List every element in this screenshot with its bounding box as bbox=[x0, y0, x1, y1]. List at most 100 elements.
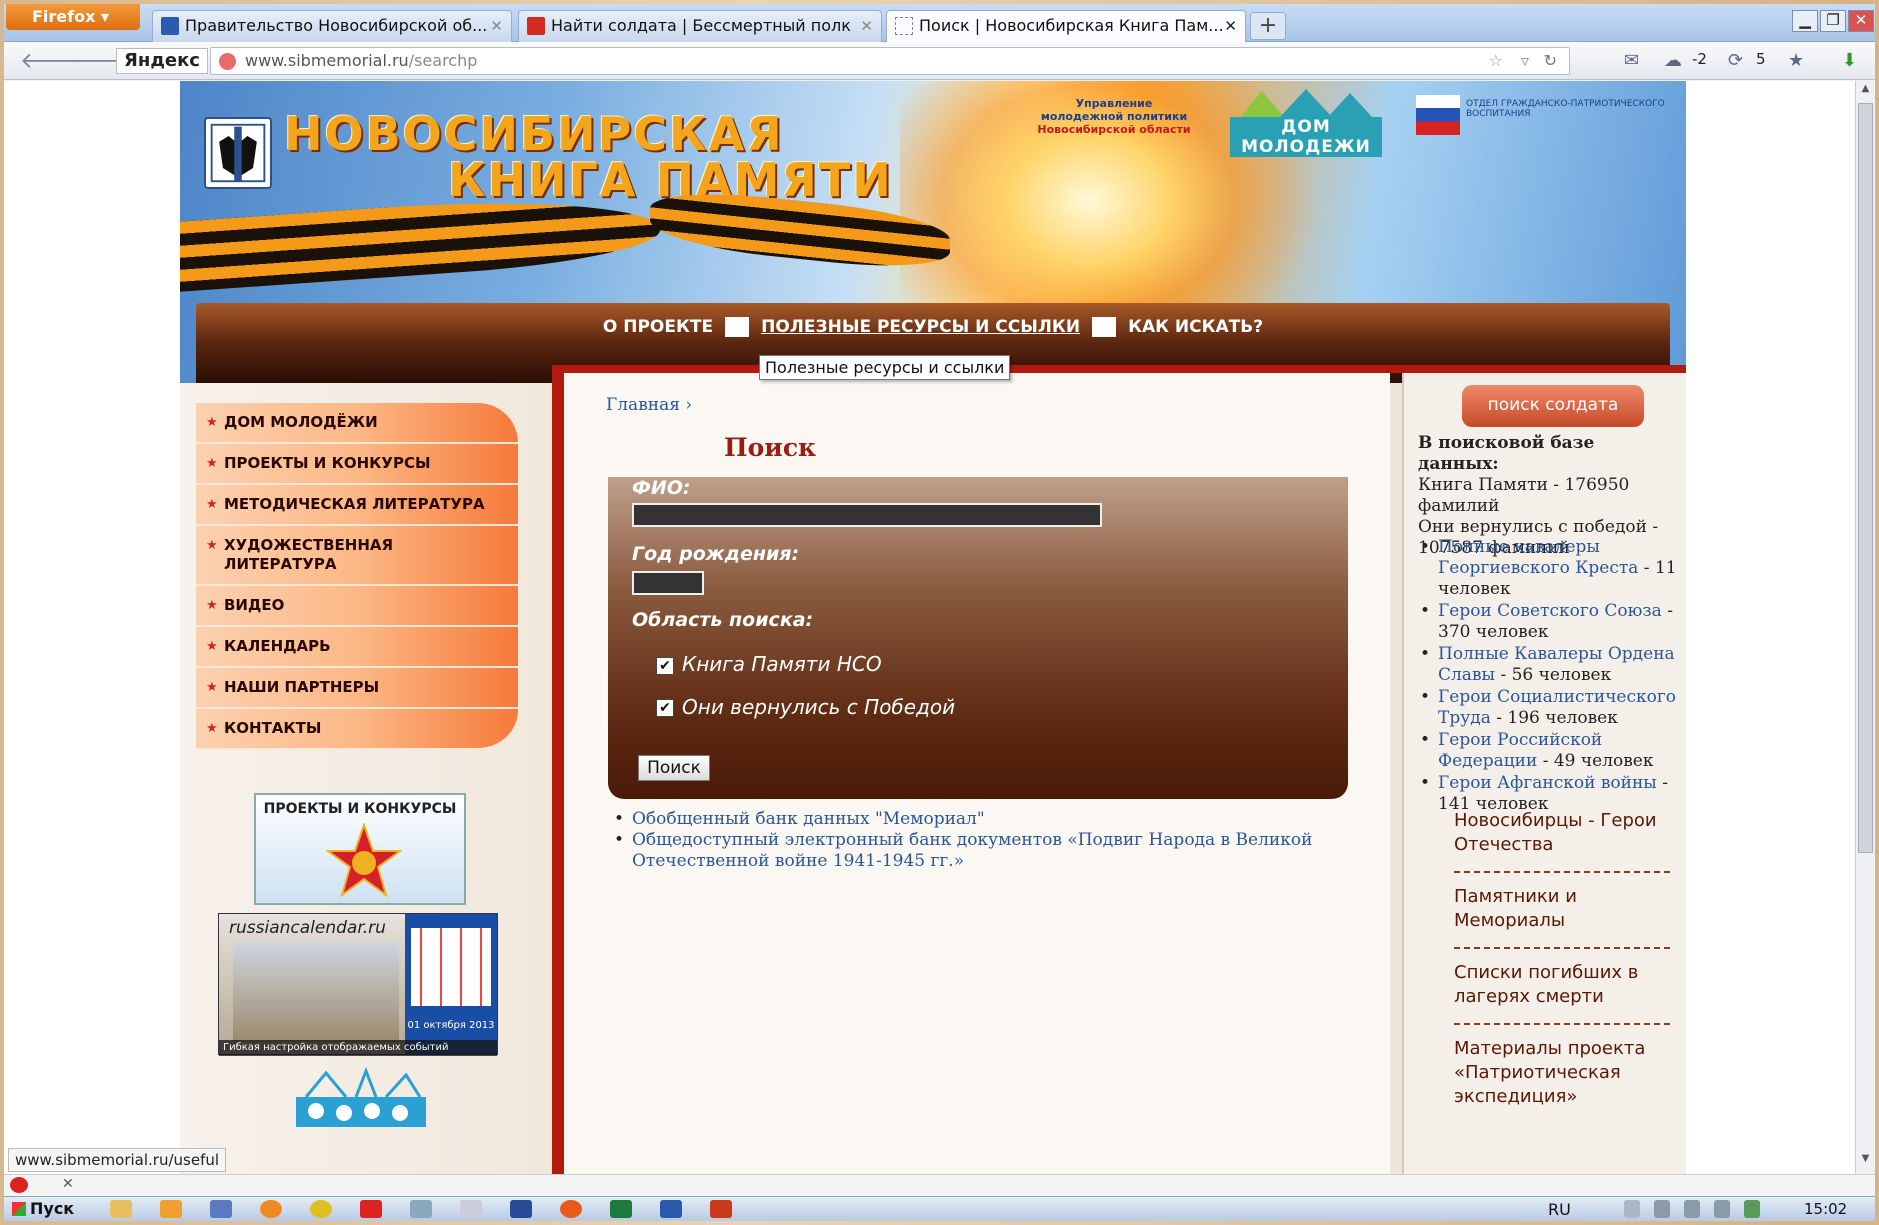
book-of-memory-checkbox[interactable]: ✔ bbox=[656, 657, 674, 675]
close-tab-icon[interactable]: ✕ bbox=[1224, 11, 1237, 41]
tab-government[interactable]: Правительство Новосибирской об... ✕ bbox=[152, 10, 512, 42]
fio-label: ФИО: bbox=[632, 477, 691, 499]
menu-how-to-search[interactable]: КАК ИСКАТЬ? bbox=[1116, 303, 1275, 351]
minimize-button[interactable]: ▁ bbox=[1792, 10, 1818, 32]
list-item: Полные Кавалеры Ордена Славы - 56 челове… bbox=[1418, 644, 1680, 686]
addon-bar: ✕ bbox=[4, 1174, 1875, 1196]
star-icon: ★ bbox=[206, 680, 218, 695]
firefox-icon[interactable] bbox=[260, 1200, 282, 1218]
left-menu-fiction[interactable]: ★ ХУДОЖЕСТВЕННАЯ ЛИТЕРАТУРА bbox=[196, 526, 518, 586]
find-soldier-button[interactable]: поиск солдата bbox=[1462, 385, 1644, 427]
page-viewport: НОВОСИБИРСКАЯ КНИГА ПАМЯТИ Управление мо… bbox=[4, 81, 1855, 1174]
adblock-icon[interactable] bbox=[10, 1177, 28, 1193]
search-form: ФИО: Год рождения: Область поиска: ✔ Кни… bbox=[608, 477, 1348, 799]
projects-banner[interactable]: ПРОЕКТЫ И КОНКУРСЫ bbox=[254, 793, 466, 905]
site-identity-icon[interactable] bbox=[219, 53, 236, 70]
close-tab-icon[interactable]: ✕ bbox=[860, 11, 873, 41]
new-tab-button[interactable]: + bbox=[1250, 12, 1286, 40]
scroll-up-icon[interactable]: ▲ bbox=[1858, 83, 1873, 101]
tray-icon[interactable] bbox=[1624, 1200, 1640, 1218]
menu-resources[interactable]: ПОЛЕЗНЫЕ РЕСУРСЫ И ССЫЛКИ bbox=[749, 303, 1092, 351]
tab-bar: Firefox ▾ Правительство Новосибирской об… bbox=[4, 4, 1875, 42]
menu-tooltip: Полезные ресурсы и ссылки bbox=[759, 355, 1011, 380]
download-arrow-icon[interactable]: ⬇ bbox=[1842, 50, 1857, 71]
reload-icon[interactable]: ↻ bbox=[1544, 48, 1557, 74]
yandex-button[interactable]: Яндекс bbox=[116, 48, 208, 74]
left-menu-dom-molodezhi[interactable]: ★ ДОМ МОЛОДЁЖИ bbox=[196, 403, 518, 444]
dropdown-arrow-icon[interactable]: ▿ bbox=[1521, 48, 1529, 74]
birth-year-label: Год рождения: bbox=[632, 543, 800, 565]
mail-icon[interactable]: ✉ bbox=[1624, 50, 1639, 71]
bookmarks-icon[interactable]: ★ bbox=[1788, 50, 1804, 71]
vertical-scrollbar[interactable]: ▲ ▼ bbox=[1855, 81, 1875, 1174]
navigation-bar: 🡐 🡒 Яндекс www.sibmemorial.ru/searchp ☆ … bbox=[4, 42, 1875, 80]
returned-victory-checkbox[interactable]: ✔ bbox=[656, 699, 674, 717]
weather-icon[interactable]: ☁ bbox=[1664, 50, 1682, 71]
restore-button[interactable]: ❐ bbox=[1820, 10, 1846, 32]
search-button[interactable]: Поиск bbox=[638, 755, 710, 781]
link-podvig-naroda[interactable]: Общедоступный электронный банк документо… bbox=[612, 830, 1332, 872]
firefox-menu-button[interactable]: Firefox ▾ bbox=[6, 4, 140, 30]
notification-icon[interactable]: ⟳ bbox=[1728, 50, 1743, 71]
save-icon[interactable] bbox=[510, 1200, 532, 1218]
left-menu-contacts[interactable]: ★ КОНТАКТЫ bbox=[196, 709, 518, 750]
crest-favicon-icon bbox=[161, 17, 179, 35]
network-icon[interactable] bbox=[1744, 1200, 1760, 1218]
word-icon[interactable] bbox=[660, 1200, 682, 1218]
section-heroes-link[interactable]: Новосибирцы - Герои Отечества bbox=[1454, 805, 1670, 873]
close-tab-icon[interactable]: ✕ bbox=[490, 11, 503, 41]
flowers-banner-icon[interactable] bbox=[296, 1067, 426, 1127]
app-icon[interactable] bbox=[210, 1200, 232, 1218]
birth-year-input[interactable] bbox=[632, 571, 704, 595]
left-menu-partners[interactable]: ★ НАШИ ПАРТНЕРЫ bbox=[196, 668, 518, 709]
link-memorial-db[interactable]: Обобщенный банк данных "Мемориал" bbox=[612, 809, 1332, 830]
menu-about[interactable]: О ПРОЕКТЕ bbox=[591, 303, 725, 351]
explorer-icon[interactable] bbox=[110, 1200, 132, 1218]
calendar-widget: 01 октября 2013 bbox=[405, 914, 497, 1054]
tray-icon[interactable] bbox=[1654, 1200, 1670, 1218]
left-menu-projects[interactable]: ★ ПРОЕКТЫ И КОНКУРСЫ bbox=[196, 444, 518, 485]
russiancalendar-banner[interactable]: russiancalendar.ru 01 октября 2013 Гибка… bbox=[218, 913, 498, 1056]
browser-task-icon[interactable] bbox=[560, 1200, 582, 1218]
app-icon[interactable] bbox=[410, 1200, 432, 1218]
site-container: НОВОСИБИРСКАЯ КНИГА ПАМЯТИ Управление мо… bbox=[180, 81, 1686, 1174]
tray-icon[interactable] bbox=[1684, 1200, 1700, 1218]
start-button[interactable]: Пуск bbox=[8, 1198, 82, 1220]
language-indicator[interactable]: RU bbox=[1548, 1200, 1571, 1219]
left-menu-calendar[interactable]: ★ КАЛЕНДАРЬ bbox=[196, 627, 518, 668]
star-icon: ★ bbox=[206, 721, 218, 736]
clock: 15:02 bbox=[1804, 1200, 1848, 1218]
app-icon[interactable] bbox=[360, 1200, 382, 1218]
bookmark-star-icon[interactable]: ☆ bbox=[1489, 48, 1503, 74]
list-item: Герои Социалистического Труда - 196 чело… bbox=[1418, 687, 1680, 729]
scrollbar-thumb[interactable] bbox=[1858, 103, 1873, 853]
left-menu-video[interactable]: ★ ВИДЕО bbox=[196, 586, 518, 627]
tab-search-active[interactable]: Поиск | Новосибирская Книга Пам... ✕ bbox=[886, 10, 1246, 42]
section-expedition-link[interactable]: Материалы проекта «Патриотическая экспед… bbox=[1454, 1033, 1670, 1123]
media-player-icon[interactable] bbox=[160, 1200, 182, 1218]
fio-input[interactable] bbox=[632, 503, 1102, 527]
powerpoint-icon[interactable] bbox=[710, 1200, 732, 1218]
addon-close-icon[interactable]: ✕ bbox=[62, 1176, 74, 1192]
left-menu-methodical[interactable]: ★ МЕТОДИЧЕСКАЯ ЛИТЕРАТУРА bbox=[196, 485, 518, 526]
list-item: Полные кавалеры Георгиевского Креста - 1… bbox=[1418, 537, 1680, 600]
close-window-button[interactable]: ✕ bbox=[1848, 10, 1874, 32]
app-icon[interactable] bbox=[310, 1200, 332, 1218]
list-item: Герои Российской Федерации - 49 человек bbox=[1418, 730, 1680, 772]
section-camps-link[interactable]: Списки погибших в лагерях смерти bbox=[1454, 957, 1670, 1025]
heroes-list: Полные кавалеры Георгиевского Креста - 1… bbox=[1418, 537, 1680, 816]
returned-victory-label: Они вернулись с Победой bbox=[682, 695, 956, 719]
left-sidebar: ★ ДОМ МОЛОДЁЖИ ★ ПРОЕКТЫ И КОНКУРСЫ ★ МЕТОД… bbox=[180, 383, 552, 1174]
page-title: Поиск bbox=[724, 433, 817, 462]
excel-icon[interactable] bbox=[610, 1200, 632, 1218]
volume-icon[interactable] bbox=[1714, 1200, 1730, 1218]
section-monuments-link[interactable]: Памятники и Мемориалы bbox=[1454, 881, 1670, 949]
tab-find-soldier[interactable]: Найти солдата | Бессмертный полк ✕ bbox=[518, 10, 882, 42]
breadcrumb[interactable]: Главная › bbox=[606, 395, 692, 415]
url-bar[interactable]: www.sibmemorial.ru/searchp ☆ ▿ ↻ bbox=[210, 47, 1570, 75]
side-sections: Новосибирцы - Герои Отечества Памятники … bbox=[1454, 805, 1670, 1131]
app-icon[interactable] bbox=[460, 1200, 482, 1218]
menu-separator bbox=[1092, 317, 1117, 337]
page-favicon-icon bbox=[895, 17, 913, 35]
scroll-down-icon[interactable]: ▼ bbox=[1858, 1153, 1873, 1171]
